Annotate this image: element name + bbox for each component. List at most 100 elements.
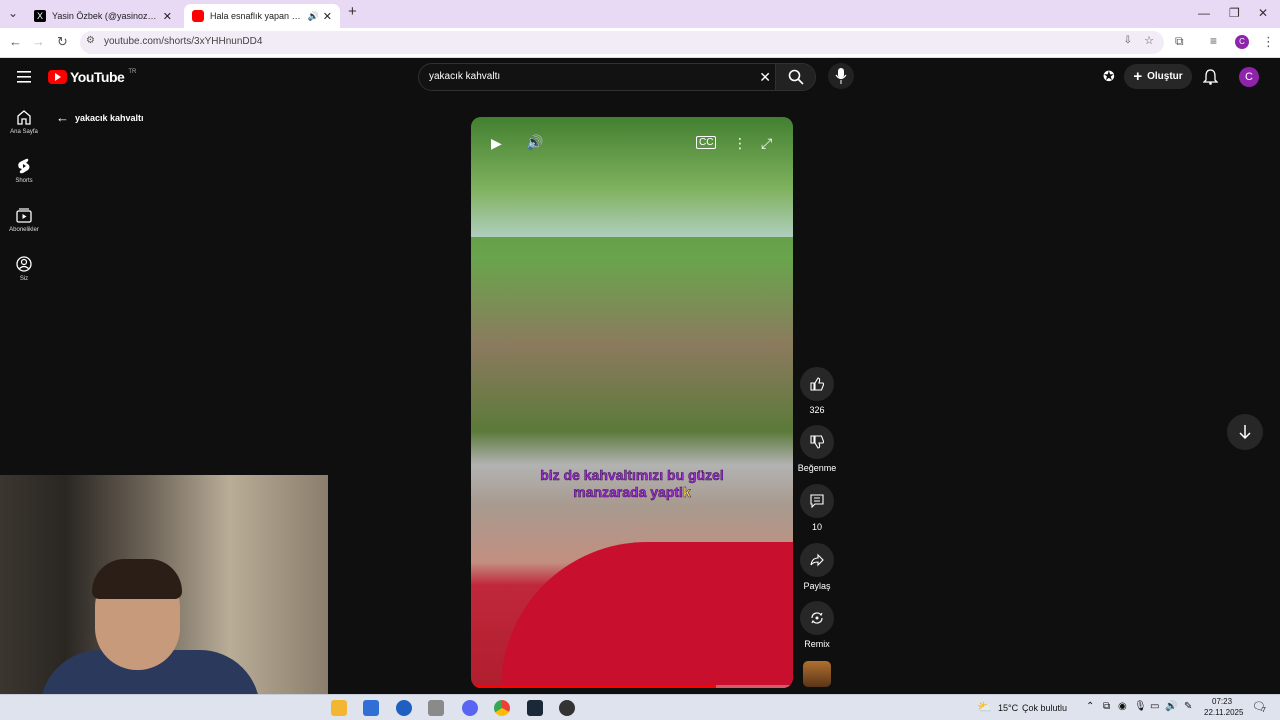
back-to-search-button[interactable]: ← yakacık kahvaltı [56, 110, 144, 125]
address-bar-row: ← → ↻ ⚙ youtube.com/shorts/3xYHHnunDD4 ⇩… [0, 28, 1280, 58]
progress-fill [471, 685, 716, 688]
back-arrow-icon[interactable]: ← [9, 34, 22, 49]
minimize-button[interactable]: — [1198, 6, 1210, 20]
thumbs-up-icon [810, 377, 824, 391]
sidebar-item-subscriptions[interactable]: Abonelikler [0, 207, 48, 233]
tab-x-profile[interactable]: X Yasin Özbek (@yasinozbek_) / X ✕ [26, 4, 180, 28]
youtube-play-logo-icon [48, 70, 67, 84]
dislike-button[interactable]: Beğenme [796, 425, 838, 473]
back-arrow-icon: ← [56, 110, 69, 125]
reload-icon[interactable]: ↻ [57, 34, 68, 50]
plus-icon: + [1133, 68, 1143, 85]
pen-icon[interactable]: ✎ [1184, 701, 1192, 712]
country-code: TR [128, 69, 137, 75]
account-icon [16, 256, 32, 272]
weather-desc[interactable]: Çok bulutlu [1022, 703, 1067, 713]
close-tab-icon[interactable]: ✕ [163, 10, 172, 23]
search-input[interactable]: yakacık kahvaltı ✕ [418, 63, 816, 91]
store-icon[interactable] [363, 700, 379, 716]
share-label: Paylaş [803, 581, 831, 591]
more-options-icon[interactable]: ⋮ [733, 135, 747, 152]
channel-thumbnail[interactable] [803, 661, 831, 687]
volume-tray-icon[interactable]: 🔊 [1165, 701, 1177, 712]
sidebar-item-label: Abonelikler [9, 227, 39, 233]
play-icon[interactable]: ▶ [491, 135, 502, 152]
tray-chevron-icon[interactable]: ⌃ [1086, 701, 1094, 712]
extensions-icon[interactable]: ⧉ [1175, 34, 1184, 49]
microphone-icon [835, 68, 847, 84]
weather-temp[interactable]: 15°C [998, 703, 1018, 713]
restore-button[interactable]: ❐ [1229, 6, 1240, 20]
voice-search-button[interactable] [828, 63, 854, 89]
tab-title: Yasin Özbek (@yasinozbek_) / X [52, 11, 159, 21]
bookmark-star-icon[interactable]: ☆ [1144, 34, 1154, 47]
url-text: youtube.com/shorts/3xYHHnunDD4 [104, 36, 263, 47]
search-button[interactable] [775, 64, 815, 90]
expand-icon[interactable]: ⤢ [761, 135, 772, 152]
browser-menu-icon[interactable]: ⋮ [1262, 34, 1275, 50]
forward-arrow-icon[interactable]: → [32, 34, 45, 49]
site-info-icon[interactable]: ⚙ [86, 35, 95, 46]
shorts-icon [18, 158, 30, 174]
file-explorer-icon[interactable] [331, 700, 347, 716]
video-progress-bar[interactable] [471, 685, 793, 688]
remix-label: Remix [804, 639, 830, 649]
sidebar-item-you[interactable]: Siz [0, 256, 48, 282]
close-tab-icon[interactable]: ✕ [323, 10, 332, 23]
clear-search-icon[interactable]: ✕ [759, 69, 771, 86]
tray-app-icon[interactable]: ⧉ [1103, 701, 1110, 712]
logo-text: YouTube [70, 69, 125, 85]
edge-icon[interactable] [396, 700, 412, 716]
tray-app-icon[interactable]: ◉ [1118, 701, 1127, 712]
video-frame-table [501, 542, 793, 688]
omnibox[interactable]: ⚙ youtube.com/shorts/3xYHHnunDD4 ⇩ ☆ [80, 31, 1164, 54]
close-window-button[interactable]: ✕ [1258, 6, 1268, 20]
remix-button[interactable]: Remix [796, 601, 838, 649]
sidebar-item-label: Siz [19, 276, 29, 282]
windows-taskbar: ⛅ 15°C Çok bulutlu ⌃ ⧉ ◉ 🎙 ▭ 🔊 ✎ 07:23 2… [0, 694, 1280, 720]
arrow-down-icon [1239, 425, 1251, 439]
back-label: yakacık kahvaltı [75, 112, 144, 123]
chrome-icon[interactable] [494, 700, 510, 716]
tab-youtube-short[interactable]: Hala esnaflık yapan Eşref Ağabey 🔊 ✕ [184, 4, 340, 28]
shorts-video-player[interactable]: ▶ 🔊 CC ⋮ ⤢ biz de kahvaltımızı bu güzel … [471, 117, 793, 688]
new-tab-button[interactable]: + [348, 3, 357, 20]
create-label: Oluştur [1147, 71, 1183, 82]
sidebar-item-label: Ana Sayfa [10, 129, 38, 135]
comments-count: 10 [811, 522, 822, 532]
speaker-icon[interactable]: 🔊 [308, 11, 319, 22]
sidebar-item-shorts[interactable]: Shorts [0, 158, 48, 184]
youtube-logo[interactable]: YouTube TR [48, 69, 136, 85]
menu-icon[interactable] [17, 71, 31, 83]
captions-icon[interactable]: CC [696, 136, 717, 149]
thumbs-down-icon [810, 435, 824, 449]
comment-icon [810, 494, 824, 508]
steam-icon[interactable] [527, 700, 543, 716]
clock-time[interactable]: 07:23 [1212, 697, 1232, 706]
tab-search-icon[interactable]: ⌄ [8, 6, 18, 20]
network-icon[interactable]: ▭ [1150, 701, 1159, 712]
media-control-icon[interactable]: ≡ [1210, 34, 1217, 48]
account-avatar[interactable]: C [1239, 67, 1259, 87]
notifications-bell-icon[interactable] [1203, 69, 1218, 85]
sidebar-item-home[interactable]: Ana Sayfa [0, 109, 48, 135]
app-icon[interactable] [428, 700, 444, 716]
profile-avatar[interactable]: C [1235, 35, 1249, 49]
premium-offer-icon[interactable]: ✪ [1103, 68, 1115, 85]
next-video-button[interactable] [1227, 414, 1263, 450]
like-button[interactable]: 326 [796, 367, 838, 415]
create-button[interactable]: + Oluştur [1124, 64, 1192, 89]
subtitle-highlight: k [682, 484, 691, 501]
install-app-icon[interactable]: ⇩ [1124, 35, 1132, 46]
app-icon[interactable] [559, 700, 575, 716]
microphone-tray-icon[interactable]: 🎙 [1134, 701, 1147, 712]
like-count: 326 [809, 405, 825, 415]
webcam-person-hair [92, 559, 182, 599]
discord-icon[interactable] [462, 700, 478, 716]
subtitle-line: biz de kahvaltımızı bu güzel [540, 467, 724, 484]
video-subtitle: biz de kahvaltımızı bu güzel manzarada y… [471, 467, 793, 501]
comments-button[interactable]: 10 [796, 484, 838, 532]
share-button[interactable]: Paylaş [796, 543, 838, 591]
clock-date[interactable]: 22.11.2025 [1204, 708, 1243, 717]
volume-icon[interactable]: 🔊 [526, 134, 543, 151]
